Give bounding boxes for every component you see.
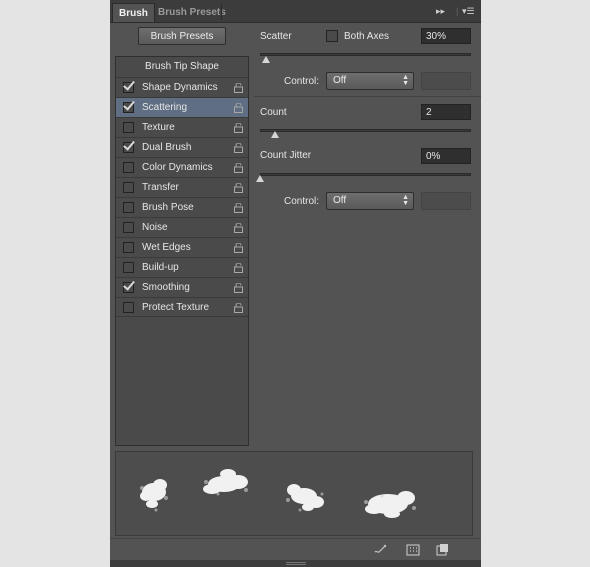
list-item-label: Transfer <box>142 182 179 193</box>
scatter-slider-thumb[interactable] <box>262 56 270 63</box>
lock-icon[interactable] <box>234 183 243 193</box>
select-arrows-icon: ▲ ▼ <box>402 74 409 87</box>
lock-icon[interactable] <box>234 243 243 253</box>
lock-icon[interactable] <box>234 123 243 133</box>
count-jitter-slider-thumb[interactable] <box>256 175 264 182</box>
list-item-scattering[interactable]: Scattering <box>116 97 248 117</box>
list-item-texture[interactable]: Texture <box>116 117 248 137</box>
count-slider-thumb[interactable] <box>271 131 279 138</box>
header-divider: | <box>456 6 459 16</box>
color-dynamics-checkbox[interactable] <box>123 162 134 173</box>
lock-icon[interactable] <box>234 103 243 113</box>
protect-texture-checkbox[interactable] <box>123 302 134 313</box>
list-item-label: Texture <box>142 122 175 133</box>
list-item-color-dynamics[interactable]: Color Dynamics <box>116 157 248 177</box>
scatter-control-field <box>421 72 471 90</box>
brush-options-list: Brush Tip Shape Shape Dynamics Scatterin… <box>115 56 249 446</box>
checkmark-icon <box>123 78 135 91</box>
list-item-label: Scattering <box>142 102 188 113</box>
list-item-smoothing[interactable]: Smoothing <box>116 277 248 297</box>
brush-panel: Brush Brush Presets ▸▸ | ▾☰ Brush Preset… <box>110 0 481 567</box>
lock-icon[interactable] <box>234 83 243 93</box>
list-item-label: Brush Pose <box>142 202 194 213</box>
panel-resize-bar[interactable] <box>110 560 481 567</box>
scatter-value-input[interactable]: 30% <box>421 28 471 44</box>
both-axes-label: Both Axes <box>344 31 390 42</box>
collapse-panel-icon[interactable]: ▸▸ <box>436 5 445 17</box>
list-item-label: Protect Texture <box>142 302 210 313</box>
list-item-label: Shape Dynamics <box>142 82 218 93</box>
list-item-label: Dual Brush <box>142 142 192 153</box>
count-jitter-slider[interactable] <box>260 173 471 176</box>
grid-icon[interactable] <box>406 543 420 557</box>
checkmark-icon <box>123 138 135 151</box>
control-label: Control: <box>284 76 320 87</box>
count-jitter-control-field <box>421 192 471 210</box>
list-item-noise[interactable]: Noise <box>116 217 248 237</box>
brush-pose-checkbox[interactable] <box>123 202 134 213</box>
count-value-input[interactable]: 2 <box>421 104 471 120</box>
scatter-label: Scatter <box>260 31 292 42</box>
list-item-dual-brush[interactable]: Dual Brush <box>116 137 248 157</box>
lock-icon[interactable] <box>234 223 243 233</box>
panel-menu-icon[interactable]: ▾☰ <box>462 5 475 17</box>
list-item-label: Smoothing <box>142 282 190 293</box>
dual-brush-checkbox[interactable] <box>123 138 135 153</box>
list-item-shape-dynamics[interactable]: Shape Dynamics <box>116 77 248 97</box>
list-item-label: Build-up <box>142 262 179 273</box>
brush-stroke-preview <box>115 451 473 536</box>
section-divider <box>254 96 481 97</box>
texture-checkbox[interactable] <box>123 122 134 133</box>
lock-icon[interactable] <box>234 203 243 213</box>
tab-bar: Brush Brush Presets ▸▸ | ▾☰ <box>110 0 481 23</box>
list-item-label: Wet Edges <box>142 242 191 253</box>
resize-grip-icon[interactable] <box>286 562 306 565</box>
select-arrows-icon: ▲ ▼ <box>402 194 409 207</box>
footer-divider <box>110 538 481 539</box>
lock-icon[interactable] <box>234 143 243 153</box>
count-jitter-control-select[interactable]: Off ▲ ▼ <box>326 192 414 210</box>
scatter-control-select[interactable]: Off ▲ ▼ <box>326 72 414 90</box>
cloud-stroke-preview-image <box>140 469 416 518</box>
noise-checkbox[interactable] <box>123 222 134 233</box>
count-jitter-label: Count Jitter <box>260 150 312 161</box>
list-item-build-up[interactable]: Build-up <box>116 257 248 277</box>
tab-brush[interactable]: Brush <box>112 3 155 22</box>
count-slider[interactable] <box>260 129 471 132</box>
scatter-slider[interactable] <box>260 53 471 56</box>
lock-icon[interactable] <box>234 263 243 273</box>
list-item-label: Color Dynamics <box>142 162 213 173</box>
both-axes-checkbox[interactable] <box>326 30 338 42</box>
wet-edges-checkbox[interactable] <box>123 242 134 253</box>
brush-presets-button[interactable]: Brush Presets <box>138 27 226 45</box>
smoothing-checkbox[interactable] <box>123 278 135 293</box>
list-item-brush-pose[interactable]: Brush Pose <box>116 197 248 217</box>
tab-divider <box>221 4 222 20</box>
list-item-protect-texture[interactable]: Protect Texture <box>116 297 248 317</box>
lock-icon[interactable] <box>234 283 243 293</box>
count-label: Count <box>260 107 287 118</box>
control-label: Control: <box>284 196 320 207</box>
new-preset-icon[interactable] <box>435 543 449 557</box>
list-item-label: Noise <box>142 222 168 233</box>
tab-brush-presets[interactable]: Brush Presets <box>152 3 232 22</box>
count-jitter-value-input[interactable]: 0% <box>421 148 471 164</box>
transfer-checkbox[interactable] <box>123 182 134 193</box>
brush-toggle-icon[interactable] <box>373 543 387 557</box>
list-item-transfer[interactable]: Transfer <box>116 177 248 197</box>
scattering-checkbox[interactable] <box>123 98 135 113</box>
shape-dynamics-checkbox[interactable] <box>123 78 135 93</box>
checkmark-icon <box>123 278 135 291</box>
select-value: Off <box>333 75 347 86</box>
select-value: Off <box>333 195 347 206</box>
list-item-wet-edges[interactable]: Wet Edges <box>116 237 248 257</box>
brush-tip-shape-item[interactable]: Brush Tip Shape <box>116 57 248 77</box>
build-up-checkbox[interactable] <box>123 262 134 273</box>
lock-icon[interactable] <box>234 163 243 173</box>
lock-icon[interactable] <box>234 303 243 313</box>
checkmark-icon <box>123 98 135 111</box>
